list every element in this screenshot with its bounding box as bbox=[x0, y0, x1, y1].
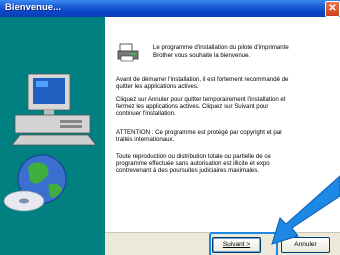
close-icon[interactable]: ✕ bbox=[325, 1, 340, 17]
para2-line-2: fermez les applications actives. Cliquez… bbox=[116, 103, 269, 110]
intro-line-1: Le programme d'installation du pilote d'… bbox=[153, 44, 289, 51]
computer-case-icon bbox=[14, 114, 91, 134]
para1-line-2: quitter les applications actives. bbox=[116, 83, 199, 90]
installer-window: Bienvenue... ✕ Le programme d'installati… bbox=[0, 0, 340, 255]
computer-globe-illustration bbox=[3, 73, 97, 212]
para4-line-1: Toute reproduction ou distribution total… bbox=[116, 153, 271, 160]
sidebar-graphic bbox=[0, 17, 105, 255]
keyboard-icon bbox=[11, 134, 97, 146]
para2-line-1: Cliquez sur Annuler pour quitter tempora… bbox=[116, 96, 286, 103]
para3-line-2: traités internationaux. bbox=[116, 136, 175, 143]
cancel-button[interactable]: Annuler bbox=[281, 237, 330, 253]
para4-line-2: programme effectuée sans autorisation es… bbox=[116, 160, 270, 167]
window-title: Bienvenue... bbox=[5, 2, 61, 13]
next-button-highlight bbox=[209, 232, 278, 255]
para3-line-1: ATTENTION : Ce programme est protégé par… bbox=[116, 129, 283, 136]
para2-line-3: continuer l'installation. bbox=[116, 110, 176, 117]
title-bar[interactable]: Bienvenue... ✕ bbox=[0, 0, 340, 17]
content-panel: Le programme d'installation du pilote d'… bbox=[105, 17, 340, 255]
para4-line-3: contrevenant à des poursuites judiciaire… bbox=[116, 167, 259, 174]
para1-line-1: Avant de démarrer l'installation, il est… bbox=[116, 76, 289, 83]
printer-icon bbox=[117, 43, 139, 62]
intro-line-2: Brother vous souhaite la bienvenue. bbox=[153, 52, 251, 59]
